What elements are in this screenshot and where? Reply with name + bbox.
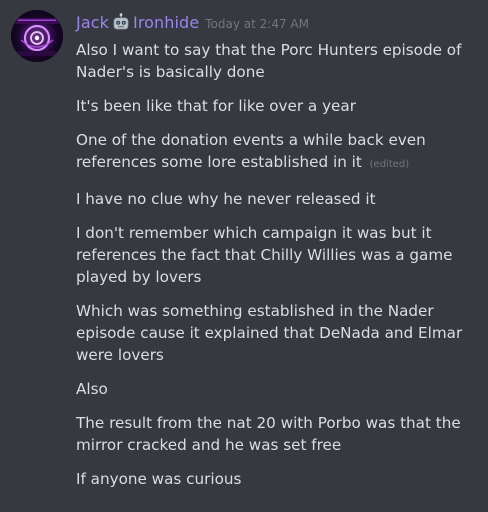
avatar[interactable] — [11, 10, 63, 62]
robot-head-icon — [112, 13, 130, 31]
message-text[interactable]: I don't remember which campaign it was b… — [76, 222, 478, 288]
message-text[interactable]: The result from the nat 20 with Porbo wa… — [76, 412, 478, 456]
message-header: Jack Ironhide Today at 2:47 AM — [76, 12, 309, 34]
message-body: I don't remember which campaign it was b… — [76, 224, 453, 286]
message-group: Jack Ironhide Today at 2:47 AM Also I wa… — [0, 0, 488, 512]
message-body: If anyone was curious — [76, 470, 242, 488]
message-body: The result from the nat 20 with Porbo wa… — [76, 414, 461, 454]
message-text[interactable]: It's been like that for like over a year — [76, 95, 478, 117]
message-content: Also I want to say that the Porc Hunters… — [76, 39, 478, 502]
message-text[interactable]: Also I want to say that the Porc Hunters… — [76, 39, 478, 83]
edited-indicator: (edited) — [369, 159, 410, 170]
username-part1[interactable]: Jack — [76, 12, 109, 34]
message-text[interactable]: If anyone was curious — [76, 468, 478, 490]
purple-glow-logo-icon — [11, 10, 63, 62]
message-body: Also — [76, 380, 108, 398]
username-part2[interactable]: Ironhide — [133, 12, 199, 34]
timestamp: Today at 2:47 AM — [205, 17, 309, 31]
message-text[interactable]: Which was something established in the N… — [76, 300, 478, 366]
message-body: Which was something established in the N… — [76, 302, 463, 364]
message-text[interactable]: I have no clue why he never released it — [76, 188, 478, 210]
message-body: It's been like that for like over a year — [76, 97, 356, 115]
message-text[interactable]: Also — [76, 378, 478, 400]
message-body: Also I want to say that the Porc Hunters… — [76, 41, 462, 81]
message-text[interactable]: One of the donation events a while back … — [76, 129, 478, 176]
message-body: I have no clue why he never released it — [76, 190, 376, 208]
